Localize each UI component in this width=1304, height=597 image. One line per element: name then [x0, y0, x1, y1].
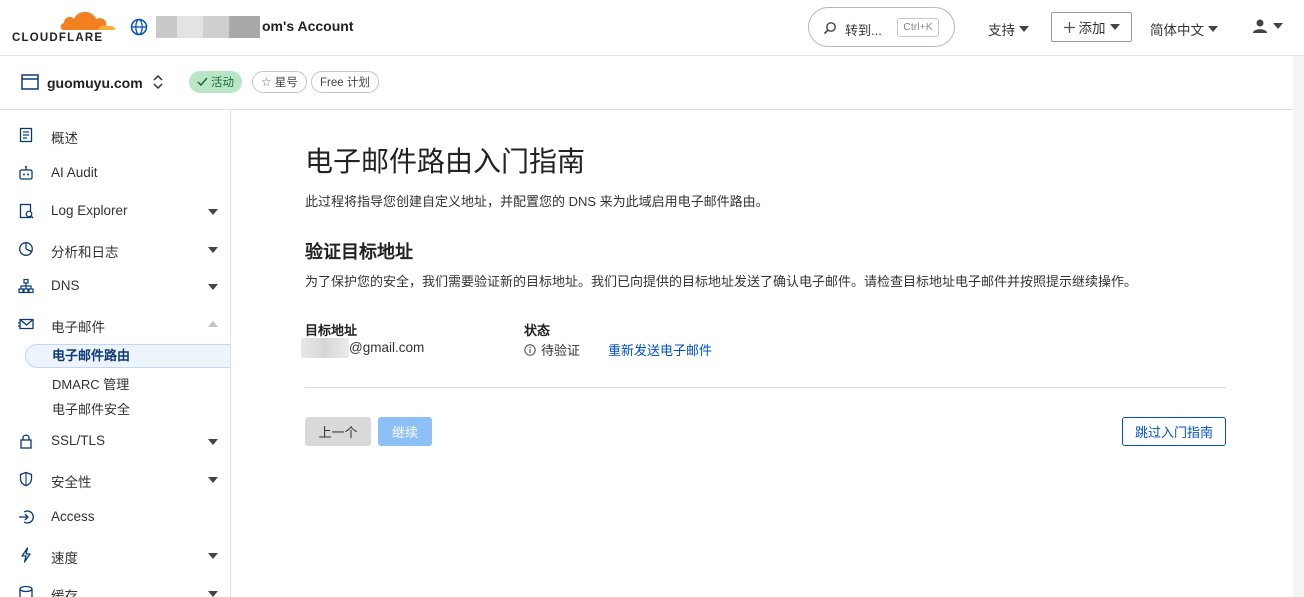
- user-icon: [1253, 19, 1267, 33]
- status-value: 待验证: [541, 343, 581, 358]
- zone-bar: guomuyu.com 活动 ☆ 星号 Free 计划: [0, 56, 1304, 110]
- destination-email: @gmail.com: [349, 340, 425, 355]
- sidebar-item-label: SSL/TLS: [51, 433, 106, 448]
- star-label: 星号: [274, 77, 298, 89]
- sidebar-item-overview[interactable]: 概述: [0, 123, 230, 147]
- search-label: 转到...: [845, 23, 882, 38]
- chevron-down-icon: [1208, 26, 1218, 32]
- divider: [305, 387, 1226, 388]
- sidebar-item-label: 速度: [51, 551, 78, 566]
- sidebar-item-speed[interactable]: 速度: [0, 543, 230, 567]
- sidebar-subitem-email-routing[interactable]: 电子邮件路由: [25, 344, 230, 368]
- sidebar-item-label: 电子邮件: [51, 320, 105, 335]
- chevron-up-icon: [208, 321, 218, 327]
- page-title: 电子邮件路由入门指南: [305, 146, 586, 177]
- add-button[interactable]: 添加: [1051, 12, 1132, 42]
- search-icon: [823, 22, 836, 35]
- sidebar-item-dns[interactable]: DNS: [0, 274, 230, 298]
- cloudflare-logo[interactable]: CLOUDFLARE: [12, 8, 116, 44]
- sidebar-item-analytics[interactable]: 分析和日志: [0, 237, 230, 261]
- sidebar-item-label: AI Audit: [51, 165, 98, 180]
- skip-guide-button[interactable]: 跳过入门指南: [1122, 417, 1226, 446]
- chart-pie-icon: [19, 242, 33, 256]
- logo-wordmark: CLOUDFLARE: [12, 32, 104, 44]
- language-menu[interactable]: 简体中文: [1150, 19, 1218, 39]
- sidebar-item-cache[interactable]: 缓存: [0, 581, 230, 597]
- sidebar-item-label: Log Explorer: [51, 203, 128, 218]
- add-label: 添加: [1078, 21, 1106, 36]
- resend-email-link[interactable]: 重新发送电子邮件: [608, 340, 712, 359]
- language-label: 简体中文: [1150, 23, 1204, 38]
- chevron-down-icon: [208, 591, 218, 597]
- chevron-down-icon: [208, 553, 218, 559]
- sidebar-subitem-dmarc[interactable]: DMARC 管理: [52, 374, 129, 393]
- sidebar-item-email[interactable]: 电子邮件: [0, 312, 230, 336]
- plan-label: Free 计划: [320, 77, 370, 89]
- log-icon: [19, 203, 34, 219]
- previous-button[interactable]: 上一个: [305, 417, 371, 446]
- lightning-icon: [21, 547, 31, 563]
- cache-icon: [19, 585, 33, 597]
- mail-icon: [18, 318, 34, 330]
- bot-icon: [19, 165, 33, 180]
- zone-status-badge: 活动: [189, 71, 242, 93]
- sidebar-item-label: 概述: [51, 131, 78, 146]
- status-badge: 待验证: [524, 340, 580, 359]
- document-icon: [19, 127, 33, 143]
- section-title: 验证目标地址: [305, 242, 413, 262]
- sidebar-item-label: 缓存: [51, 589, 78, 597]
- sidebar-item-label: DNS: [51, 278, 80, 293]
- page-description: 此过程将指导您创建自定义地址，并配置您的 DNS 来为此域启用电子邮件路由。: [305, 194, 769, 209]
- sidebar: 概述 AI Audit Log Explorer 分析和日志 DNS 电子邮件 …: [0, 110, 231, 597]
- sidebar-item-label: 分析和日志: [51, 245, 119, 260]
- chevron-down-icon: [1273, 23, 1283, 29]
- cloud-logo-icon: [60, 11, 116, 30]
- scrollbar[interactable]: [1293, 56, 1304, 597]
- account-name-redacted: [156, 16, 260, 38]
- lock-icon: [20, 434, 32, 449]
- sidebar-item-log-explorer[interactable]: Log Explorer: [0, 199, 230, 223]
- chevron-down-icon: [208, 284, 218, 290]
- star-zone-button[interactable]: ☆ 星号: [252, 71, 307, 93]
- sidebar-item-security[interactable]: 安全性: [0, 467, 230, 491]
- access-icon: [19, 510, 34, 524]
- info-icon: [524, 343, 536, 356]
- globe-icon: [130, 18, 148, 36]
- star-icon: ☆: [261, 75, 272, 89]
- browser-window-icon: [21, 74, 39, 90]
- user-menu[interactable]: [1252, 18, 1283, 34]
- chevron-down-icon: [208, 439, 218, 445]
- sidebar-item-ai-audit[interactable]: AI Audit: [0, 161, 230, 185]
- sidebar-item-access[interactable]: Access: [0, 505, 230, 529]
- shield-icon: [19, 471, 33, 487]
- plan-badge[interactable]: Free 计划: [311, 71, 379, 93]
- zone-status-label: 活动: [211, 77, 234, 89]
- sidebar-item-label: Access: [51, 509, 95, 524]
- sidebar-item-ssl-tls[interactable]: SSL/TLS: [0, 429, 230, 453]
- account-name[interactable]: om's Account: [262, 18, 354, 34]
- search-box[interactable]: 转到... Ctrl+K: [808, 7, 955, 47]
- network-icon: [18, 278, 34, 294]
- section-description: 为了保护您的安全，我们需要验证新的目标地址。我们已向提供的目标地址发送了确认电子…: [305, 274, 1138, 289]
- sidebar-subitem-email-security[interactable]: 电子邮件安全: [52, 399, 130, 418]
- search-shortcut: Ctrl+K: [897, 18, 939, 37]
- plus-icon: [1063, 21, 1075, 33]
- chevron-down-icon: [1019, 26, 1029, 32]
- support-menu[interactable]: 支持: [988, 19, 1029, 39]
- chevron-down-icon: [208, 477, 218, 483]
- column-header-status: 状态: [524, 323, 551, 338]
- chevron-up-down-icon[interactable]: [152, 74, 164, 90]
- chevron-down-icon: [208, 247, 218, 253]
- column-header-address: 目标地址: [305, 323, 358, 338]
- chevron-down-icon: [1109, 24, 1120, 30]
- email-local-redacted: [301, 338, 349, 358]
- support-label: 支持: [988, 23, 1015, 38]
- sidebar-item-label: 安全性: [51, 475, 92, 490]
- chevron-down-icon: [208, 209, 218, 215]
- continue-button[interactable]: 继续: [378, 417, 432, 446]
- top-bar: CLOUDFLARE om's Account 转到... Ctrl+K 支持 …: [0, 0, 1304, 56]
- zone-name[interactable]: guomuyu.com: [47, 75, 143, 91]
- checkmark-icon: [197, 77, 208, 87]
